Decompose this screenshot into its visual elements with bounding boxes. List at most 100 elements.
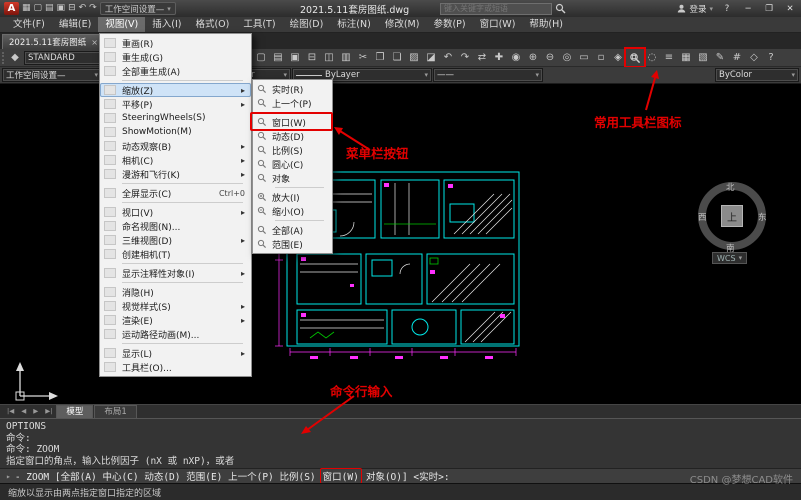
menu-item-pan[interactable]: 平移(P)▸ — [100, 97, 251, 111]
minimize-button[interactable]: ─ — [741, 4, 755, 14]
menu-item-regen[interactable]: 重生成(G) — [100, 50, 251, 64]
menu-item-3d-views[interactable]: 三维视图(D)▸ — [100, 233, 251, 247]
menu-item-annotative-objects[interactable]: 显示注释性对象(I)▸ — [100, 266, 251, 280]
menu-format[interactable]: 格式(O) — [188, 17, 236, 32]
last-tab-icon[interactable]: ▶| — [42, 405, 55, 418]
search-icon[interactable] — [555, 3, 566, 14]
hatch-icon[interactable]: ◪ — [423, 50, 439, 65]
menu-dimension[interactable]: 标注(N) — [330, 17, 378, 32]
linetype-icon[interactable]: ▧ — [695, 50, 711, 65]
sign-in[interactable]: 登录 ▾ — [677, 3, 713, 15]
zoom-realtime-item[interactable]: 实时(R) — [253, 82, 332, 96]
save-icon[interactable]: ▣ — [57, 2, 66, 15]
menu-file[interactable]: 文件(F) — [6, 17, 52, 32]
orbit-icon[interactable]: ◉ — [508, 50, 524, 65]
layers-icon[interactable]: ▦ — [678, 50, 694, 65]
command-option-window[interactable]: 窗口(W) — [320, 468, 362, 484]
zoom-all-icon[interactable]: ▫ — [593, 50, 609, 65]
menu-item-redraw[interactable]: 重画(R) — [100, 36, 251, 50]
zoom-object-item[interactable]: 对象 — [253, 171, 332, 185]
menu-item-named-views[interactable]: 命名视图(N)... — [100, 219, 251, 233]
menu-item-hide[interactable]: 消隐(H) — [100, 285, 251, 299]
zoom-previous-icon[interactable]: ◌ — [644, 50, 660, 65]
document-tab[interactable]: 2021.5.11套房图纸 × — [2, 34, 105, 49]
model-tab[interactable]: 模型 — [56, 405, 93, 418]
copy-icon[interactable]: ❐ — [372, 50, 388, 65]
plotstyle-combo[interactable]: ByColor ▾ — [715, 68, 799, 82]
pan-icon[interactable]: ✚ — [491, 50, 507, 65]
lineweight-combo[interactable]: —— ▾ — [433, 68, 543, 82]
zoom-dynamic-item[interactable]: 动态(D) — [253, 129, 332, 143]
menu-insert[interactable]: 插入(I) — [145, 17, 188, 32]
menu-edit[interactable]: 编辑(E) — [52, 17, 98, 32]
properties-icon[interactable]: ≡ — [661, 50, 677, 65]
undo-icon[interactable]: ↶ — [79, 2, 87, 15]
zoom-window-icon[interactable] — [627, 50, 643, 65]
menu-item-showmotion[interactable]: ShowMotion(M) — [100, 125, 251, 139]
workspace-switcher[interactable]: 工作空间设置— ▾ — [100, 2, 176, 15]
menu-item-viewports[interactable]: 视口(V)▸ — [100, 205, 251, 219]
paste-icon[interactable]: ❏ — [389, 50, 405, 65]
menu-item-render[interactable]: 渲染(E)▸ — [100, 313, 251, 327]
redo-icon[interactable]: ↷ — [89, 2, 97, 15]
zoom-out-icon[interactable]: ⊖ — [542, 50, 558, 65]
block-icon[interactable]: ◇ — [746, 50, 762, 65]
new-file-icon[interactable]: ▢ — [34, 2, 43, 15]
menu-item-orbit[interactable]: 动态观察(B)▸ — [100, 139, 251, 153]
quickcalc-icon[interactable]: # — [729, 50, 745, 65]
menu-item-camera[interactable]: 相机(C)▸ — [100, 153, 251, 167]
save-icon[interactable]: ▣ — [287, 50, 303, 65]
plot-icon[interactable]: ⊟ — [68, 2, 76, 15]
zoom-previous-item[interactable]: 上一个(P) — [253, 96, 332, 110]
menu-browser-icon[interactable]: ▦ — [22, 2, 31, 15]
close-button[interactable]: ✕ — [783, 4, 797, 14]
zoom-center-item[interactable]: 圆心(C) — [253, 157, 332, 171]
search-input[interactable] — [440, 3, 552, 15]
publish-icon[interactable]: ▥ — [338, 50, 354, 65]
maximize-button[interactable]: ❐ — [762, 4, 776, 14]
plot-preview-icon[interactable]: ◫ — [321, 50, 337, 65]
zoom-in-icon[interactable]: ⊕ — [525, 50, 541, 65]
menu-help[interactable]: 帮助(H) — [522, 17, 570, 32]
zoom-scale-icon[interactable]: ▭ — [576, 50, 592, 65]
menu-parametric[interactable]: 参数(P) — [426, 17, 472, 32]
prev-tab-icon[interactable]: ◀ — [18, 405, 29, 418]
menu-item-steeringwheels[interactable]: SteeringWheels(S) — [100, 111, 251, 125]
command-history[interactable]: OPTIONS 命令: 命令: ZOOM 指定窗口的角点，输入比例因子 (nX … — [0, 418, 801, 468]
menu-draw[interactable]: 绘图(D) — [283, 17, 331, 32]
toolbar-grip[interactable] — [2, 52, 6, 64]
next-tab-icon[interactable]: ▶ — [30, 405, 41, 418]
menu-item-create-camera[interactable]: 创建相机(T) — [100, 247, 251, 261]
zoom-out-item[interactable]: 缩小(O) — [253, 204, 332, 218]
command-input-line[interactable]: ▸ - ZOOM [全部(A) 中心(C) 动态(D) 范围(E) 上一个(P)… — [0, 468, 801, 483]
menu-item-motion-path[interactable]: 运动路径动画(M)... — [100, 327, 251, 341]
named-views-icon[interactable]: ◈ — [610, 50, 626, 65]
menu-item-toolbars[interactable]: 工具栏(O)... — [100, 360, 251, 374]
first-tab-icon[interactable]: |◀ — [4, 405, 17, 418]
zoom-extents-icon[interactable]: ◎ — [559, 50, 575, 65]
menu-item-display[interactable]: 显示(L)▸ — [100, 346, 251, 360]
viewcube-top-face[interactable]: 上 — [721, 205, 743, 227]
cut-icon[interactable]: ✂ — [355, 50, 371, 65]
undo-icon[interactable]: ↶ — [440, 50, 456, 65]
menu-item-fullscreen[interactable]: 全屏显示(C)Ctrl+0 — [100, 186, 251, 200]
zoom-scale-item[interactable]: 比例(S) — [253, 143, 332, 157]
menu-window[interactable]: 窗口(W) — [473, 17, 523, 32]
open-file-icon[interactable]: ▤ — [270, 50, 286, 65]
tab-close-icon[interactable]: × — [91, 38, 98, 47]
switch-windows-icon[interactable]: ⇄ — [474, 50, 490, 65]
help-button[interactable]: ? — [720, 4, 734, 14]
open-file-icon[interactable]: ▤ — [45, 2, 54, 15]
menu-modify[interactable]: 修改(M) — [378, 17, 427, 32]
zoom-all-item[interactable]: 全部(A) — [253, 223, 332, 237]
menu-item-walk-fly[interactable]: 漫游和飞行(K)▸ — [100, 167, 251, 181]
help-icon[interactable]: ? — [763, 50, 779, 65]
redo-icon[interactable]: ↷ — [457, 50, 473, 65]
dim-style-icon[interactable]: ◆ — [7, 50, 23, 65]
zoom-window-item[interactable]: 窗口(W) — [253, 115, 332, 129]
wcs-selector[interactable]: WCS ▾ — [712, 252, 747, 264]
plot-icon[interactable]: ⊟ — [304, 50, 320, 65]
zoom-in-item[interactable]: 放大(I) — [253, 190, 332, 204]
autocad-logo-icon[interactable]: A — [4, 2, 19, 15]
menu-view[interactable]: 视图(V) — [98, 17, 145, 32]
